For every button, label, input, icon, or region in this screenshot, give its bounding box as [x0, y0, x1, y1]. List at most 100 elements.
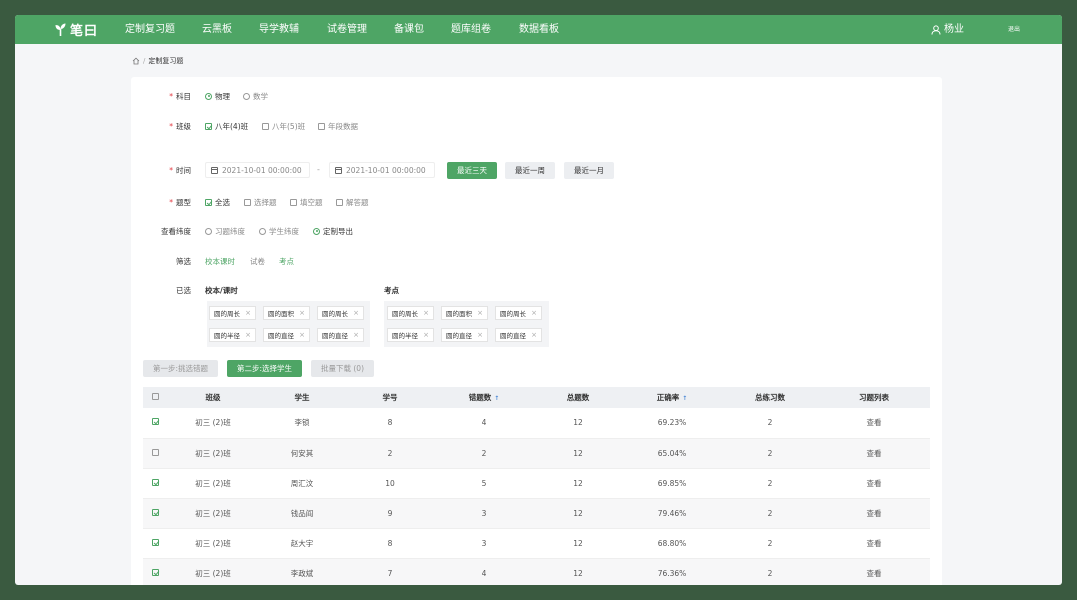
cell-student: 周汇汶 [258, 468, 346, 499]
nav-item-guide[interactable]: 导学教辅 [259, 15, 327, 44]
selected-tag[interactable]: 圆的直径 × [495, 328, 542, 342]
close-icon[interactable]: × [477, 309, 483, 317]
calendar-icon [335, 166, 342, 174]
row-select-cell[interactable] [143, 528, 168, 559]
sort-up-icon[interactable]: ↑ [494, 395, 499, 402]
nav-item-custom-review[interactable]: 定制复习题 [125, 15, 202, 44]
logo[interactable]: 笔曰 [55, 21, 98, 39]
selected-tag[interactable]: 圆的半径 × [209, 328, 256, 342]
close-icon[interactable]: × [531, 309, 537, 317]
end-date-value: 2021-10-01 00:00:00 [346, 165, 426, 175]
selected-tag[interactable]: 圆的周长 × [209, 306, 256, 320]
close-icon[interactable]: × [423, 331, 429, 339]
dimension-option-student[interactable]: 学生纬度 [259, 226, 299, 237]
selected-tag[interactable]: 圆的直径 × [263, 328, 310, 342]
nav-item-question-bank[interactable]: 题库组卷 [451, 15, 519, 44]
row-select-cell[interactable] [143, 408, 168, 439]
selected-tag[interactable]: 圆的面积 × [263, 306, 310, 320]
selected-group-title: 校本/课时 [205, 286, 238, 295]
qtype-option-answer[interactable]: 解答题 [336, 197, 369, 208]
close-icon[interactable]: × [531, 331, 537, 339]
last-week-button[interactable]: 最近一周 [505, 162, 555, 179]
qtype-option-choice[interactable]: 选择题 [244, 197, 277, 208]
step1-button[interactable]: 第一步:挑选错题 [143, 360, 218, 377]
last-3-days-button[interactable]: 最近三天 [447, 162, 497, 179]
selected-tag[interactable]: 圆的面积 × [441, 306, 488, 320]
row-select-cell[interactable] [143, 498, 168, 529]
nav-item-cloud-board[interactable]: 云黑板 [202, 15, 259, 44]
radio-icon [205, 227, 212, 235]
qtype-option-fill[interactable]: 填空题 [290, 197, 323, 208]
cell-wrong: 3 [434, 528, 534, 559]
close-icon[interactable]: × [245, 331, 251, 339]
checkbox-checked-icon[interactable] [152, 418, 159, 426]
selected-tag[interactable]: 圆的半径 × [387, 328, 434, 342]
view-link[interactable]: 查看 [818, 438, 930, 469]
col-header-rate[interactable]: 正确率 ↑ [622, 387, 722, 408]
class-option-grade-data[interactable]: 年段数据 [318, 121, 358, 132]
col-header-wrong[interactable]: 错题数 ↑ [434, 387, 534, 408]
view-link[interactable]: 查看 [818, 558, 930, 585]
subject-option-physics[interactable]: 物理 [205, 91, 230, 102]
selected-tag[interactable]: 圆的周长 × [317, 306, 364, 320]
nav-item-exam-manage[interactable]: 试卷管理 [327, 15, 394, 44]
screen-tab-exam[interactable]: 试卷 [250, 256, 265, 267]
view-link[interactable]: 查看 [818, 408, 930, 439]
selected-tag[interactable]: 圆的直径 × [441, 328, 488, 342]
sort-up-icon[interactable]: ↑ [682, 395, 687, 402]
close-icon[interactable]: × [477, 331, 483, 339]
screen-tab-point[interactable]: 考点 [279, 256, 294, 267]
logout-link[interactable]: 退出 [1008, 15, 1020, 44]
close-icon[interactable]: × [353, 309, 359, 317]
step2-button[interactable]: 第二步:选择学生 [227, 360, 302, 377]
close-icon[interactable]: × [245, 309, 251, 317]
required-mark: * [169, 91, 173, 101]
view-link[interactable]: 查看 [818, 528, 930, 559]
checkbox-checked-icon [205, 198, 212, 206]
class-option-8-4[interactable]: 八年(4)班 [205, 121, 248, 132]
end-date-input[interactable]: 2021-10-01 00:00:00 [329, 162, 435, 178]
row-select-cell[interactable] [143, 468, 168, 499]
selected-tag[interactable]: 圆的周长 × [387, 306, 434, 320]
view-link[interactable]: 查看 [818, 468, 930, 499]
dimension-option-question[interactable]: 习题纬度 [205, 226, 245, 237]
dimension-option-export[interactable]: 定制导出 [313, 226, 353, 237]
nav-item-dashboard[interactable]: 数据看板 [519, 15, 579, 44]
checkbox-checked-icon[interactable] [152, 538, 159, 546]
selected-tag[interactable]: 圆的直径 × [317, 328, 364, 342]
tag-label: 圆的直径 [268, 332, 294, 340]
selected-tag[interactable]: 圆的周长 × [495, 306, 542, 320]
screen-tab-course[interactable]: 校本课时 [205, 256, 235, 267]
last-month-button[interactable]: 最近一月 [564, 162, 614, 179]
tag-label: 圆的周长 [322, 310, 348, 318]
qtype-option-all[interactable]: 全选 [205, 197, 230, 208]
select-all-cell[interactable] [143, 387, 168, 408]
batch-download-button[interactable]: 批量下载 (0) [311, 360, 374, 377]
cell-student: 李锁 [258, 408, 346, 439]
close-icon[interactable]: × [299, 309, 305, 317]
view-link[interactable]: 查看 [818, 498, 930, 529]
close-icon[interactable]: × [299, 331, 305, 339]
row-select-cell[interactable] [143, 438, 168, 469]
cell-total: 12 [534, 558, 622, 585]
checkbox-icon[interactable] [152, 393, 159, 400]
user-menu[interactable]: 杨业 [931, 15, 964, 44]
checkbox-checked-icon[interactable] [152, 568, 159, 576]
close-icon[interactable]: × [423, 309, 429, 317]
start-date-input[interactable]: 2021-10-01 00:00:00 [205, 162, 310, 178]
checkbox-icon[interactable] [152, 448, 159, 456]
close-icon[interactable]: × [353, 331, 359, 339]
cell-number: 8 [346, 528, 434, 559]
class-option-8-5[interactable]: 八年(5)班 [262, 121, 305, 132]
breadcrumb-separator: / [143, 57, 146, 65]
checkbox-checked-icon[interactable] [152, 508, 159, 516]
nav-item-lesson-pack[interactable]: 备课包 [394, 15, 451, 44]
home-icon[interactable] [132, 57, 140, 65]
subject-option-math[interactable]: 数学 [243, 91, 268, 102]
table-row: 初三 (2)班 李锁 8 4 12 69.23% 2 查看 [143, 408, 930, 439]
cell-rate: 76.36% [622, 558, 722, 585]
checkbox-checked-icon[interactable] [152, 478, 159, 486]
tag-label: 圆的直径 [322, 332, 348, 340]
row-select-cell[interactable] [143, 558, 168, 585]
col-header-number: 学号 [346, 387, 434, 408]
